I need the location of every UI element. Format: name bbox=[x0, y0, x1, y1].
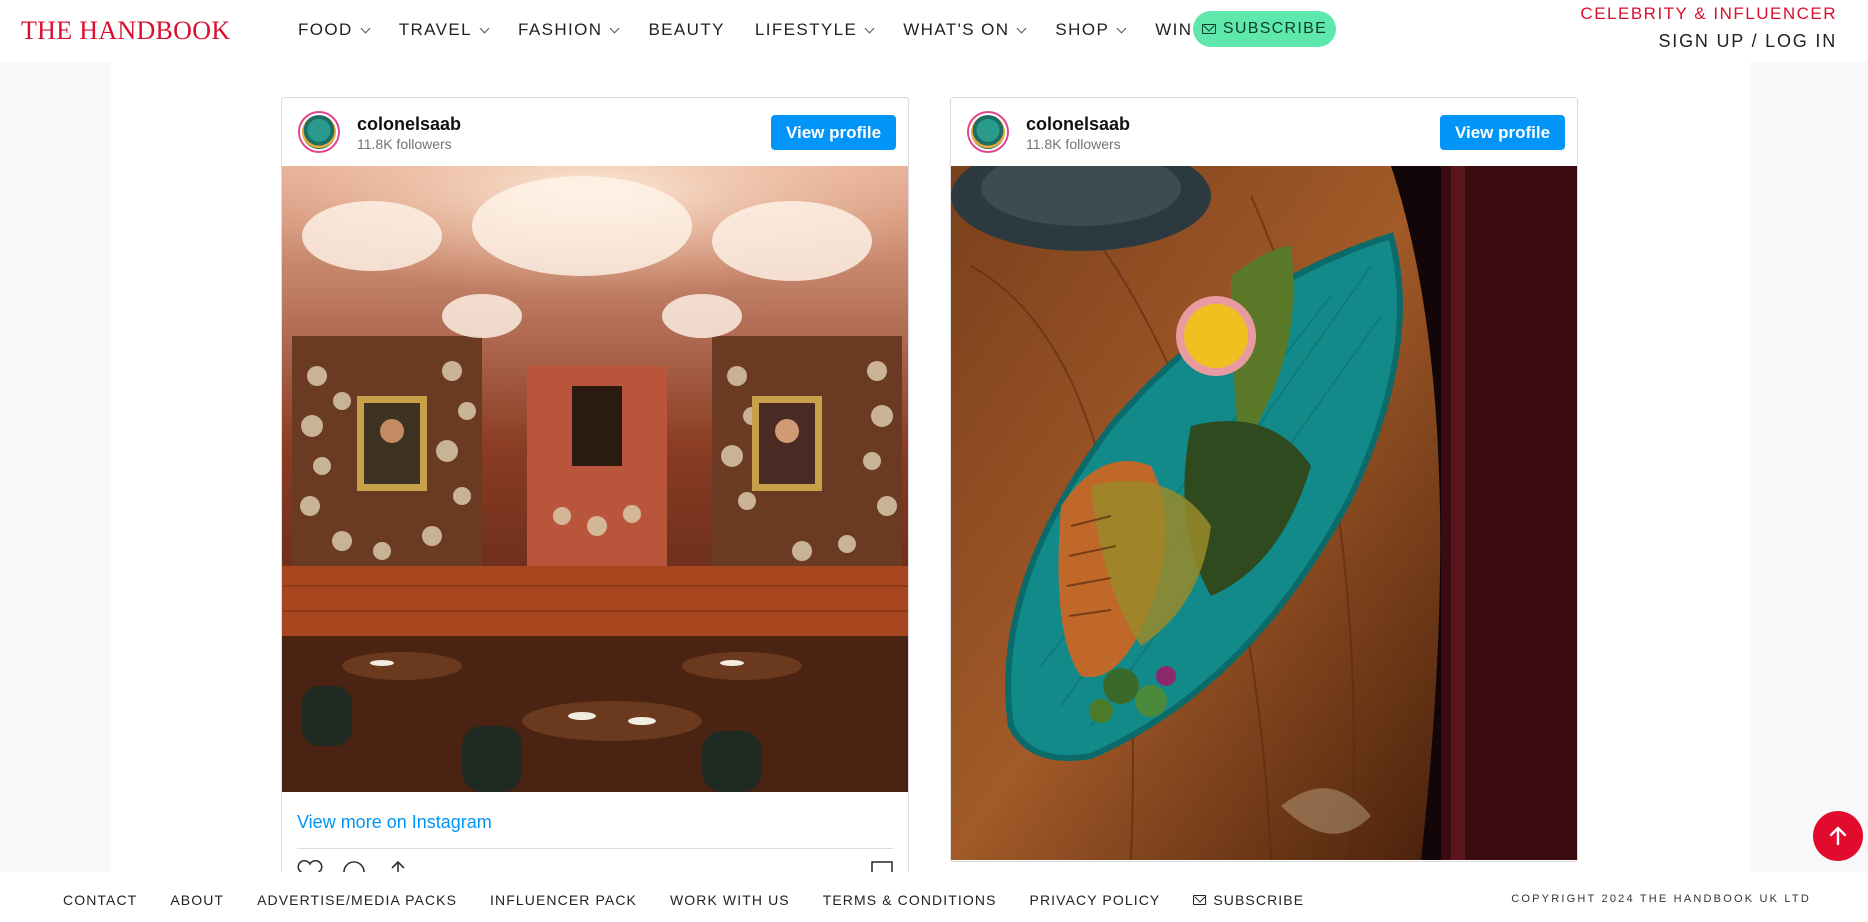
mail-icon bbox=[1193, 895, 1207, 905]
divider bbox=[297, 848, 893, 849]
nav-label: WIN bbox=[1155, 20, 1193, 39]
card-header: colonelsaab 11.8K followers View profile bbox=[282, 98, 908, 166]
nav-item-food[interactable]: FOOD bbox=[298, 20, 371, 40]
nav-item-fashion[interactable]: FASHION bbox=[518, 20, 620, 40]
footer-link-contact[interactable]: CONTACT bbox=[63, 892, 137, 908]
avatar[interactable] bbox=[967, 111, 1009, 153]
nav-label: BEAUTY bbox=[648, 20, 725, 39]
nav-label: WHAT'S ON bbox=[903, 20, 1010, 39]
footer-link-privacy[interactable]: PRIVACY POLICY bbox=[1030, 892, 1161, 908]
follower-count: 11.8K followers bbox=[357, 136, 452, 152]
avatar[interactable] bbox=[298, 111, 340, 153]
main-nav: FOOD TRAVEL FASHION BEAUTY LIFESTYLE WHA… bbox=[298, 19, 1290, 41]
arrow-up-icon bbox=[1829, 826, 1847, 846]
copyright-text: COPYRIGHT 2024 THE HANDBOOK UK LTD bbox=[1511, 893, 1811, 905]
nav-item-whats-on[interactable]: WHAT'S ON bbox=[903, 20, 1027, 40]
nav-label: SHOP bbox=[1055, 20, 1110, 39]
footer-links: CONTACT ABOUT ADVERTISE/MEDIA PACKS INFL… bbox=[63, 892, 1337, 908]
signin-link[interactable]: SIGN UP / LOG IN bbox=[1658, 31, 1837, 52]
celebrity-influencer-link[interactable]: CELEBRITY & INFLUENCER bbox=[1580, 4, 1837, 24]
chevron-down-icon bbox=[1016, 23, 1027, 33]
site-footer: CONTACT ABOUT ADVERTISE/MEDIA PACKS INFL… bbox=[0, 872, 1868, 922]
view-more-on-instagram-link[interactable]: View more on Instagram bbox=[297, 812, 492, 833]
scroll-to-top-button[interactable] bbox=[1813, 811, 1863, 861]
username[interactable]: colonelsaab bbox=[1026, 114, 1130, 135]
footer-subscribe-label: SUBSCRIBE bbox=[1213, 892, 1305, 908]
nav-item-travel[interactable]: TRAVEL bbox=[398, 20, 490, 40]
footer-link-terms[interactable]: TERMS & CONDITIONS bbox=[823, 892, 997, 908]
footer-link-influencer-pack[interactable]: INFLUENCER PACK bbox=[490, 892, 637, 908]
nav-label: FASHION bbox=[518, 20, 603, 39]
nav-label: LIFESTYLE bbox=[754, 20, 858, 39]
site-header: THE HANDBOOK FOOD TRAVEL FASHION BEAUTY … bbox=[0, 0, 1868, 62]
chevron-down-icon bbox=[609, 23, 620, 33]
follower-count: 11.8K followers bbox=[1026, 136, 1121, 152]
card-header: colonelsaab 11.8K followers View profile bbox=[951, 98, 1577, 166]
instagram-embed-card: colonelsaab 11.8K followers View profile bbox=[281, 97, 909, 877]
chevron-down-icon bbox=[1116, 23, 1127, 33]
site-logo[interactable]: THE HANDBOOK bbox=[21, 16, 230, 46]
view-profile-button[interactable]: View profile bbox=[1440, 115, 1565, 150]
nav-item-shop[interactable]: SHOP bbox=[1055, 20, 1127, 40]
nav-label: TRAVEL bbox=[398, 20, 472, 39]
footer-link-work-with-us[interactable]: WORK WITH US bbox=[670, 892, 790, 908]
chevron-down-icon bbox=[360, 23, 371, 33]
footer-subscribe-link[interactable]: SUBSCRIBE bbox=[1193, 892, 1304, 908]
nav-label: FOOD bbox=[298, 20, 353, 39]
chevron-down-icon bbox=[864, 23, 875, 33]
post-photo-food-dish[interactable] bbox=[951, 166, 1577, 860]
chevron-down-icon bbox=[479, 23, 490, 33]
footer-link-about[interactable]: ABOUT bbox=[170, 892, 224, 908]
instagram-embed-card: colonelsaab 11.8K followers View profile bbox=[950, 97, 1578, 862]
mail-icon bbox=[1201, 24, 1216, 34]
nav-item-beauty[interactable]: BEAUTY bbox=[648, 20, 724, 40]
view-profile-button[interactable]: View profile bbox=[771, 115, 896, 150]
username[interactable]: colonelsaab bbox=[357, 114, 461, 135]
subscribe-label: SUBSCRIBE bbox=[1222, 20, 1328, 37]
nav-item-lifestyle[interactable]: LIFESTYLE bbox=[754, 20, 875, 40]
post-photo-restaurant-interior[interactable] bbox=[282, 166, 908, 792]
footer-link-advertise[interactable]: ADVERTISE/MEDIA PACKS bbox=[257, 892, 457, 908]
subscribe-button[interactable]: SUBSCRIBE bbox=[1193, 11, 1336, 47]
